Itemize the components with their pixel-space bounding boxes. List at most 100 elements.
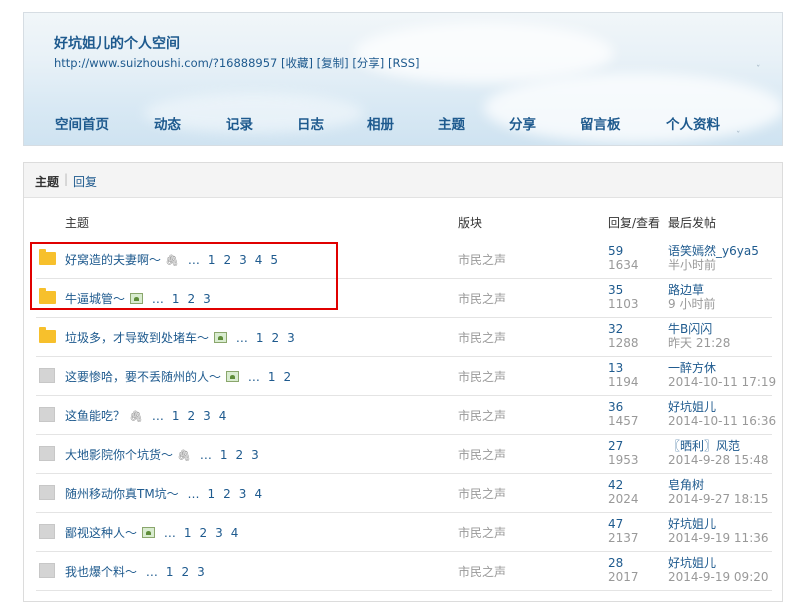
page-link[interactable]: 1	[208, 487, 216, 501]
page-link[interactable]: 1	[220, 448, 228, 462]
last-poster[interactable]: 牛B闪闪	[668, 322, 730, 336]
reply-count[interactable]: 36	[608, 400, 639, 414]
thread-row: 我也爆个料～ … 1 2 3 市民之声 28 2017 好坑姐儿 2014-9-19 09:20	[36, 551, 772, 591]
forum-name[interactable]: 市民之声	[458, 329, 506, 346]
forum-name[interactable]: 市民之声	[458, 524, 506, 541]
page-link[interactable]: 3	[239, 487, 247, 501]
page-link[interactable]: 4	[254, 487, 262, 501]
last-poster[interactable]: 好坑姐儿	[668, 517, 769, 531]
reply-view-stats: 35 1103	[608, 283, 639, 311]
forum-name[interactable]: 市民之声	[458, 407, 506, 424]
nav-blog[interactable]: 日志	[297, 113, 324, 133]
share-link[interactable]: [分享]	[352, 56, 384, 70]
thread-title[interactable]: 鄙视这种人～	[65, 526, 137, 540]
page-link[interactable]: 2	[187, 409, 195, 423]
page-links: … 1 2	[241, 370, 291, 384]
folder-icon	[39, 368, 55, 383]
nav-share[interactable]: 分享	[509, 113, 536, 133]
page-link[interactable]: 1	[268, 370, 276, 384]
last-post-time: 2014-9-28 15:48	[668, 453, 769, 467]
last-post: 牛B闪闪 昨天 21:28	[668, 322, 730, 350]
tab-topics[interactable]: 主题	[35, 173, 59, 190]
reply-count[interactable]: 59	[608, 244, 639, 258]
page-link[interactable]: 1	[256, 331, 264, 345]
thread-title[interactable]: 这鱼能吃？	[65, 409, 125, 423]
forum-name[interactable]: 市民之声	[458, 368, 506, 385]
reply-count[interactable]: 35	[608, 283, 639, 297]
page-link[interactable]: 3	[215, 526, 223, 540]
reply-count[interactable]: 28	[608, 556, 639, 570]
last-poster[interactable]: 〖晒利〗风范	[668, 439, 769, 453]
page-link[interactable]: 2	[181, 565, 189, 579]
page-link[interactable]: 3	[251, 448, 259, 462]
last-poster[interactable]: 好坑姐儿	[668, 400, 776, 414]
thread-title[interactable]: 垃圾多，才导致到处堵车～	[65, 331, 209, 345]
image-icon	[214, 332, 228, 343]
page-link[interactable]: 1	[184, 526, 192, 540]
page-link[interactable]: 1	[166, 565, 174, 579]
thread-title[interactable]: 随州移动你真TM坑～	[65, 487, 179, 501]
page-link[interactable]: 2	[283, 370, 291, 384]
reply-count[interactable]: 32	[608, 322, 639, 336]
last-poster[interactable]: 路边草	[668, 283, 715, 297]
view-count: 1953	[608, 453, 639, 467]
nav-home[interactable]: 空间首页	[55, 113, 109, 133]
nav-album[interactable]: 相册	[367, 113, 394, 133]
copy-link[interactable]: [复制]	[317, 56, 349, 70]
reply-count[interactable]: 42	[608, 478, 639, 492]
view-count: 2137	[608, 531, 639, 545]
image-icon	[226, 371, 240, 382]
page-link[interactable]: 4	[219, 409, 227, 423]
page-link[interactable]: 4	[231, 526, 239, 540]
last-poster[interactable]: 语笑嫣然_y6ya5	[668, 244, 759, 258]
thread-row: 随州移动你真TM坑～ … 1 2 3 4 市民之声 42 2024 皂角树 2014-9-27 1…	[36, 473, 772, 513]
space-nav: 空间首页 动态 记录 日志 相册 主题 分享 留言板 个人资料	[24, 113, 782, 133]
page-link[interactable]: 2	[199, 526, 207, 540]
reply-count[interactable]: 13	[608, 361, 639, 375]
reply-count[interactable]: 27	[608, 439, 639, 453]
last-poster[interactable]: 皂角树	[668, 478, 769, 492]
attachment-icon: 🖇︎	[177, 449, 191, 462]
nav-guestbook[interactable]: 留言板	[580, 113, 621, 133]
last-poster[interactable]: 一醉方休	[668, 361, 776, 375]
last-post-time: 半小时前	[668, 258, 717, 272]
space-title[interactable]: 好坑姐儿的个人空间	[54, 33, 180, 53]
page-link[interactable]: 3	[287, 331, 295, 345]
forum-name[interactable]: 市民之声	[458, 563, 506, 580]
nav-topics[interactable]: 主题	[438, 113, 465, 133]
thread-title[interactable]: 我也爆个料～	[65, 565, 137, 579]
page-link[interactable]: 2	[271, 331, 279, 345]
forum-name[interactable]: 市民之声	[458, 446, 506, 463]
forum-name[interactable]: 市民之声	[458, 290, 506, 307]
thread-title[interactable]: 这要惨哈，要不丢随州的人～	[65, 370, 221, 384]
reply-count[interactable]: 47	[608, 517, 639, 531]
last-post-time: 昨天 21:28	[668, 336, 731, 350]
space-url[interactable]: http://www.suizhoushi.com/?16888957	[54, 56, 277, 70]
page-link[interactable]: 1	[172, 409, 180, 423]
forum-name[interactable]: 市民之声	[458, 251, 506, 268]
page-links: … 1 2 3	[193, 448, 259, 462]
page-link[interactable]: 2	[235, 448, 243, 462]
tab-replies[interactable]: 回复	[73, 173, 97, 190]
folder-icon	[39, 524, 55, 539]
page-ellipsis: …	[163, 526, 176, 540]
page-link[interactable]: 3	[197, 565, 205, 579]
last-post-time: 9 小时前	[668, 297, 716, 311]
page-links: … 1 2 3 4	[145, 409, 227, 423]
page-link[interactable]: 3	[203, 409, 211, 423]
page-ellipsis: …	[187, 487, 200, 501]
nav-feed[interactable]: 动态	[154, 113, 181, 133]
reply-view-stats: 42 2024	[608, 478, 639, 506]
page-links: … 1 2 3 4	[181, 487, 263, 501]
reply-view-stats: 27 1953	[608, 439, 639, 467]
rss-link[interactable]: [RSS]	[388, 56, 420, 70]
image-icon	[142, 527, 156, 538]
last-post-time: 2014-9-27 18:15	[668, 492, 769, 506]
page-link[interactable]: 2	[223, 487, 231, 501]
thread-title[interactable]: 大地影院你个坑货～	[65, 448, 173, 462]
nav-profile[interactable]: 个人资料	[666, 113, 720, 133]
forum-name[interactable]: 市民之声	[458, 485, 506, 502]
last-poster[interactable]: 好坑姐儿	[668, 556, 769, 570]
favorite-link[interactable]: [收藏]	[281, 56, 313, 70]
nav-records[interactable]: 记录	[226, 113, 253, 133]
